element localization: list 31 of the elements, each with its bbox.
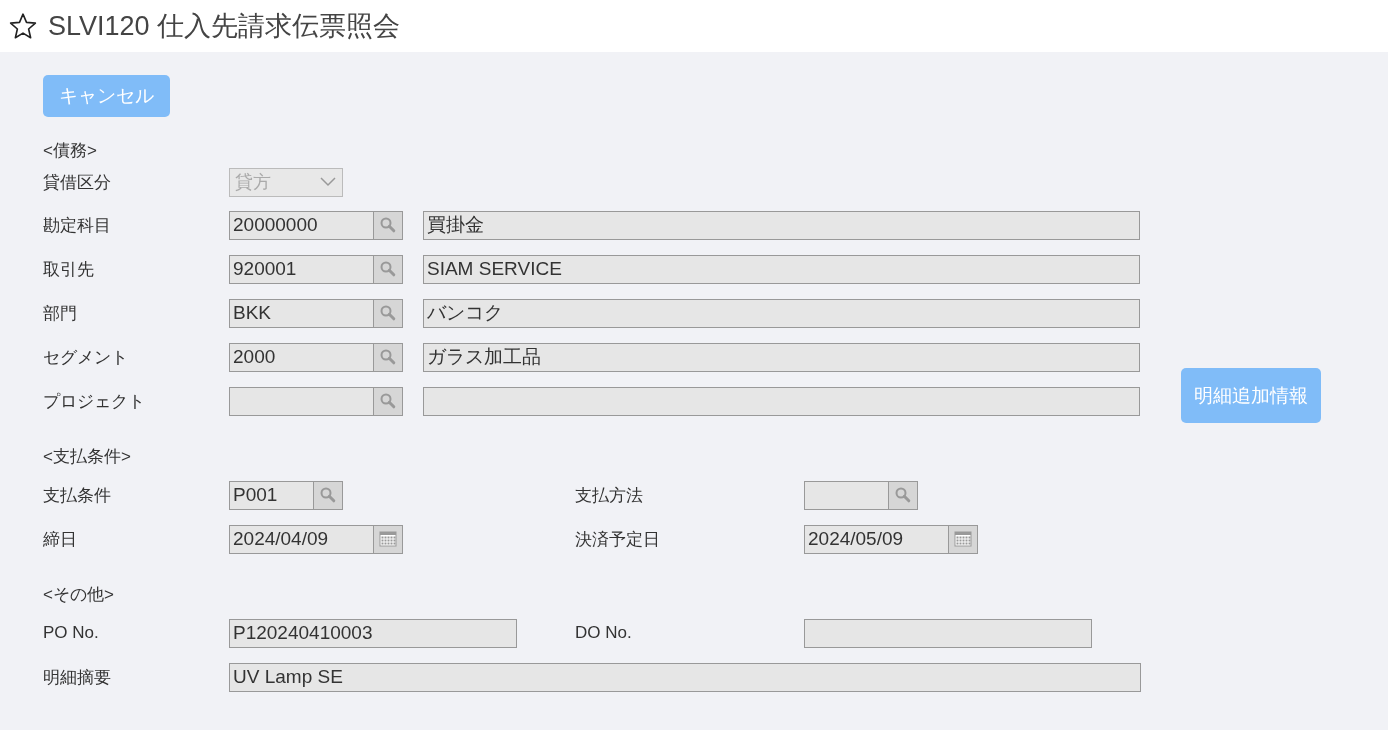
code-field[interactable]: 2000 [229,342,374,372]
name-field: SIAM SERVICE [423,254,1140,284]
text-field[interactable]: UV Lamp SE [229,662,1141,692]
field-label: 支払条件 [43,484,112,507]
section-heading: <その他> [43,583,115,606]
section-heading: <債務> [43,139,98,162]
name-field: バンコク [423,298,1140,328]
field-label: プロジェクト [43,390,146,413]
text-field[interactable]: P120240410003 [229,618,517,648]
code-field[interactable]: 20000000 [229,210,374,240]
select-value: 貸方 [235,171,271,194]
field-label: 支払方法 [575,484,644,507]
field-label: 勘定科目 [43,214,112,237]
name-field: ガラス加工品 [423,342,1140,372]
page-title: SLVI120 仕入先請求伝票照会 [48,10,401,43]
field-label: 部門 [43,302,78,325]
date-field[interactable]: 2024/04/09 [229,524,374,554]
field-label: 取引先 [43,258,95,281]
field-label: 締日 [43,528,78,551]
field-label: 貸借区分 [43,171,112,194]
field-label: DO No. [575,623,633,643]
code-field[interactable]: P001 [229,480,314,510]
field-label: 明細摘要 [43,666,112,689]
field-label: セグメント [43,346,129,369]
code-field[interactable]: 920001 [229,254,374,284]
field-label: PO No. [43,623,100,643]
section-heading: <支払条件> [43,445,132,468]
date-field[interactable]: 2024/05/09 [804,524,949,554]
name-field: 買掛金 [423,210,1140,240]
field-label: 決済予定日 [575,528,661,551]
code-field[interactable]: BKK [229,298,374,328]
